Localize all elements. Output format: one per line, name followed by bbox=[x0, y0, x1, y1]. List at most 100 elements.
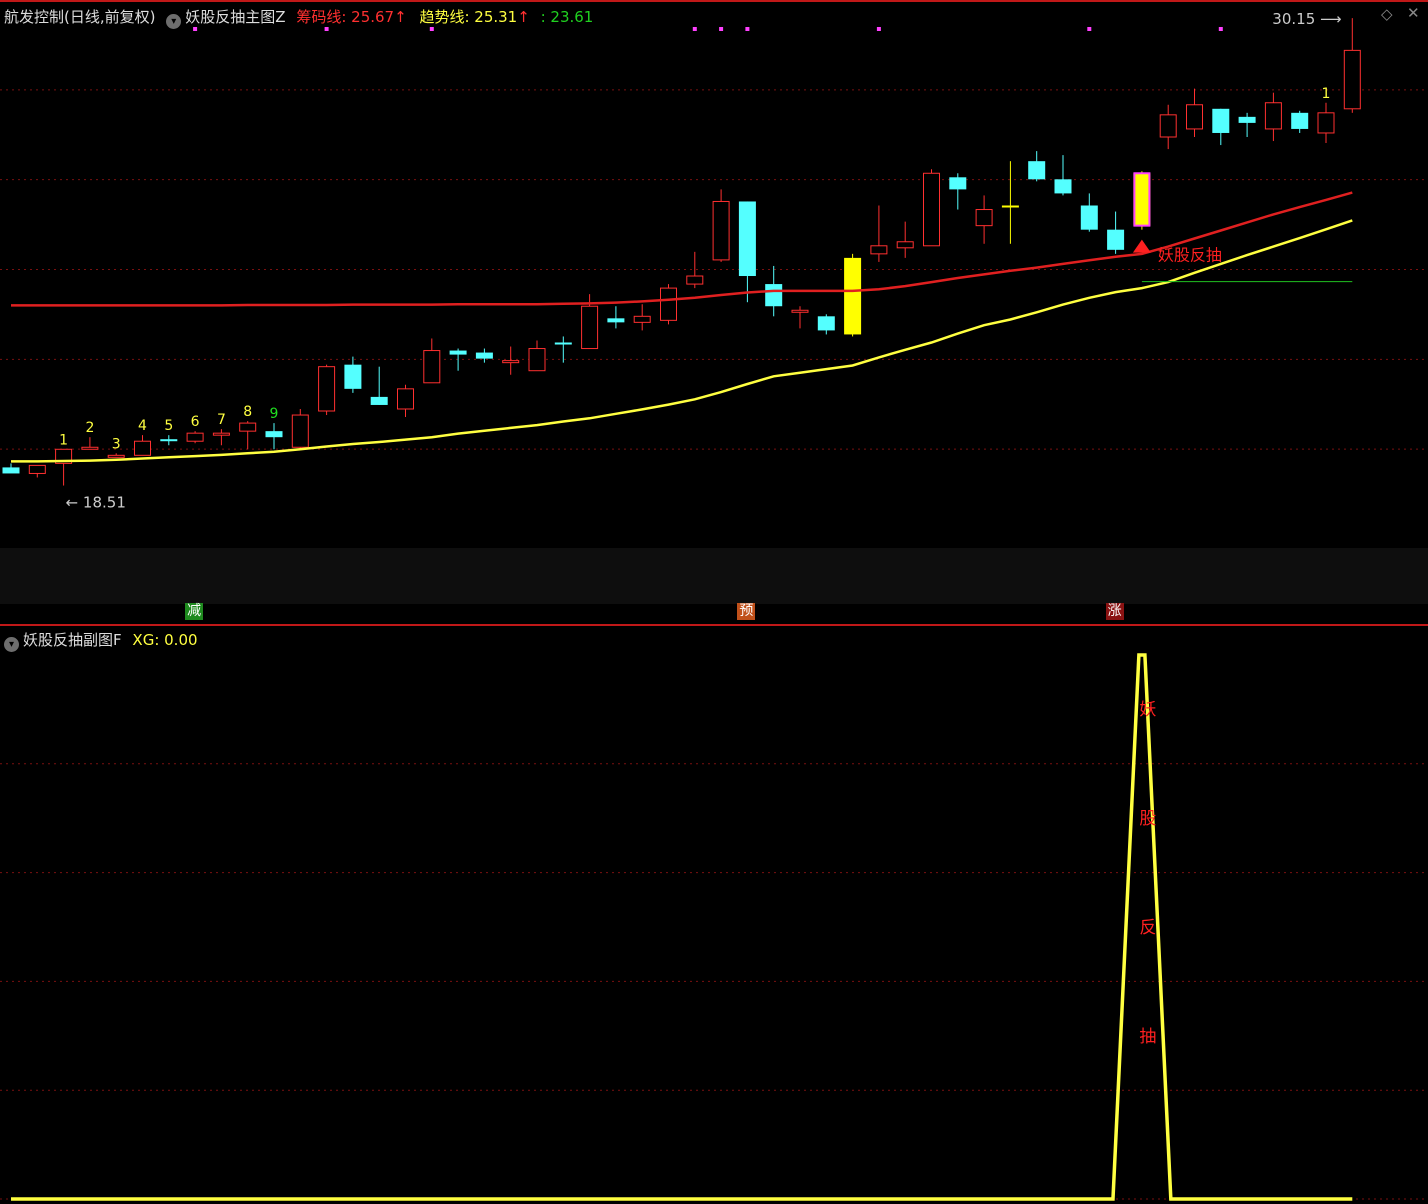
candlesticks bbox=[2, 18, 1361, 486]
candle-body bbox=[239, 422, 257, 432]
candle-body bbox=[1080, 205, 1098, 230]
candle-body bbox=[212, 432, 230, 436]
candle-body bbox=[975, 209, 993, 227]
candle-body bbox=[81, 446, 99, 450]
count-label: 2 bbox=[85, 420, 94, 436]
candle-body bbox=[554, 342, 572, 345]
top-marker-dot bbox=[1218, 27, 1223, 31]
close-icon[interactable]: ✕ bbox=[1407, 4, 1420, 22]
candle-body bbox=[633, 315, 651, 323]
candle-body bbox=[291, 414, 309, 448]
candle-body bbox=[1186, 104, 1203, 130]
top-marker-dot bbox=[719, 27, 724, 31]
candle-body bbox=[1264, 102, 1282, 130]
signal-tag: 涨 bbox=[1105, 603, 1124, 620]
highlight-candle-body bbox=[1001, 205, 1019, 208]
candle-body bbox=[502, 360, 520, 364]
up-arrow-icon: ↑ bbox=[394, 8, 407, 26]
highlight-candle-body bbox=[844, 257, 862, 335]
candle-body bbox=[2, 467, 20, 474]
low-price-label: ← 18.51 bbox=[66, 494, 126, 512]
main-formula-name[interactable]: 妖股反抽主图Z bbox=[185, 8, 285, 26]
candle-body bbox=[686, 275, 704, 285]
candle-body bbox=[397, 388, 414, 410]
candle-body bbox=[1107, 229, 1125, 250]
high-price-label: 30.15 ⟶ bbox=[1272, 10, 1341, 28]
sub-formula-menu-icon[interactable]: ▾ bbox=[4, 637, 19, 652]
peak-char: 股 bbox=[1139, 809, 1156, 829]
candle-body bbox=[1291, 112, 1309, 129]
peak-char: 妖 bbox=[1139, 700, 1156, 720]
trend-line bbox=[11, 219, 1353, 463]
highlight-candle-body bbox=[1133, 173, 1151, 226]
sub-panel: 妖股反抽 bbox=[11, 653, 1353, 1201]
main-header: 航发控制(日线,前复权) ▾ 妖股反抽主图Z 筹码线: 25.67↑ 趋势线: 2… bbox=[4, 6, 593, 29]
candle-body bbox=[28, 464, 46, 474]
extra-value: : 23.61 bbox=[540, 8, 594, 26]
candle-body bbox=[107, 454, 125, 458]
diamond-icon[interactable]: ◇ bbox=[1381, 5, 1393, 23]
candle-body bbox=[528, 348, 546, 372]
candle-body bbox=[318, 366, 336, 412]
top-marker-dot bbox=[692, 27, 697, 31]
top-marker-dot bbox=[1087, 27, 1092, 31]
candle-body bbox=[1159, 114, 1177, 138]
markers: 1 2 3 4 5 6 7 8 9 1 妖股反抽 30.15 ⟶ ← 18.51 bbox=[59, 10, 1341, 511]
count-label: 1 bbox=[59, 432, 68, 448]
signal-label: 妖股反抽 bbox=[1158, 246, 1222, 265]
candle-body bbox=[344, 364, 362, 389]
top-marker-dot bbox=[745, 27, 750, 31]
count-label: 6 bbox=[191, 414, 200, 430]
count-label: 8 bbox=[243, 404, 252, 420]
candle-body bbox=[581, 305, 599, 350]
candle-body bbox=[791, 309, 809, 313]
candle-body bbox=[370, 396, 388, 405]
up-arrow-icon: ↑ bbox=[517, 8, 530, 26]
chip-line bbox=[11, 191, 1353, 307]
indicator-lines bbox=[11, 191, 1353, 463]
peak-char: 抽 bbox=[1139, 1027, 1156, 1047]
count-label: 4 bbox=[138, 418, 147, 434]
candle-body bbox=[265, 431, 283, 438]
candle-body bbox=[923, 172, 940, 247]
candle-body bbox=[134, 440, 151, 456]
sub-header: ▾ 妖股反抽副图F XG: 0.00 bbox=[4, 629, 198, 652]
candle-body bbox=[817, 316, 835, 331]
candle-body bbox=[765, 284, 783, 307]
peak-char: 反 bbox=[1139, 918, 1156, 938]
count-label: 7 bbox=[217, 412, 226, 428]
signal-triangle bbox=[1132, 239, 1151, 253]
chip-value: 筹码线: 25.67 bbox=[296, 8, 395, 26]
candle-body bbox=[870, 245, 888, 255]
candle-body bbox=[712, 200, 730, 261]
candle-body bbox=[1343, 49, 1361, 110]
sub-formula-name[interactable]: 妖股反抽副图F bbox=[23, 631, 122, 649]
candle-body bbox=[1212, 108, 1230, 133]
candle-body bbox=[949, 177, 967, 190]
candle-body bbox=[160, 439, 178, 442]
top-marker-dot bbox=[876, 27, 881, 31]
candle-body bbox=[1028, 161, 1046, 180]
trend-value: 趋势线: 25.31 bbox=[419, 8, 518, 26]
signal-tag: 减 bbox=[185, 603, 204, 620]
candle-body bbox=[738, 201, 756, 277]
candle-body bbox=[449, 350, 467, 355]
volume-strip bbox=[0, 548, 1428, 604]
candle-body bbox=[1054, 179, 1072, 194]
signal-tag: 预 bbox=[737, 603, 756, 620]
xg-value: XG: 0.00 bbox=[132, 631, 198, 649]
candle-body bbox=[186, 432, 204, 442]
count-label: 9 bbox=[270, 406, 279, 422]
candle-body bbox=[660, 287, 677, 321]
candle-body bbox=[1317, 112, 1335, 134]
count-label: 3 bbox=[112, 436, 121, 452]
candle-body bbox=[423, 350, 441, 384]
count-label: 1 bbox=[1322, 86, 1331, 102]
candle-body bbox=[475, 352, 493, 359]
candle-body bbox=[1238, 116, 1256, 123]
formula-menu-icon[interactable]: ▾ bbox=[166, 14, 182, 29]
candle-body bbox=[607, 318, 625, 323]
chart-svg: 1 2 3 4 5 6 7 8 9 1 妖股反抽 30.15 ⟶ ← 18.51 妖股反抽 bbox=[0, 0, 1428, 1201]
candle-body bbox=[896, 241, 914, 249]
stock-title[interactable]: 航发控制(日线,前复权) bbox=[4, 8, 155, 26]
